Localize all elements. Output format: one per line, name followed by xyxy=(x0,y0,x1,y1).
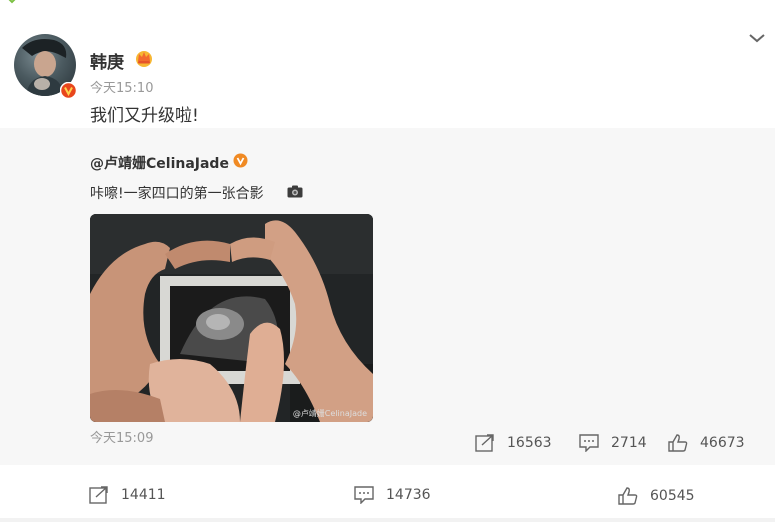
ultrasound-hands-photo xyxy=(90,214,373,422)
comment-count: 14736 xyxy=(386,487,431,503)
repost-like-count: 46673 xyxy=(700,435,745,451)
comment-icon xyxy=(579,434,599,452)
share-icon xyxy=(89,486,108,504)
repost-comment-count: 2714 xyxy=(611,435,647,451)
repost-comment-button[interactable]: 2714 xyxy=(579,434,647,452)
comment-button[interactable]: 14736 xyxy=(354,486,431,504)
camera-icon xyxy=(287,185,303,198)
share-icon xyxy=(475,434,494,452)
repost-share-count: 16563 xyxy=(507,435,552,451)
divider xyxy=(0,518,775,522)
verified-v-icon xyxy=(233,153,248,168)
like-icon xyxy=(618,487,638,505)
image-watermark: @卢靖姗CelinaJade xyxy=(292,409,367,418)
username[interactable]: 韩庚 xyxy=(90,48,124,73)
comment-icon xyxy=(354,486,374,504)
share-button[interactable]: 14411 xyxy=(89,486,166,504)
like-count: 60545 xyxy=(650,488,695,504)
verified-v-icon xyxy=(60,82,77,99)
like-button[interactable]: 60545 xyxy=(618,487,695,505)
chevron-down-icon[interactable] xyxy=(748,32,766,44)
crown-icon xyxy=(136,51,152,67)
post-timestamp[interactable]: 今天15:10 xyxy=(90,77,153,96)
like-icon xyxy=(668,434,688,452)
share-count: 14411 xyxy=(121,487,166,503)
repost-image[interactable]: @卢靖姗CelinaJade xyxy=(90,214,373,422)
repost-text: 咔嚓!一家四口的第一张合影 xyxy=(90,186,264,202)
repost-timestamp[interactable]: 今天15:09 xyxy=(90,427,153,446)
repost-like-button[interactable]: 46673 xyxy=(668,434,745,452)
post-text: 我们又升级啦! xyxy=(90,106,199,126)
repost-author[interactable]: @卢靖姗CelinaJade xyxy=(90,153,229,173)
check-icon xyxy=(8,0,16,4)
repost-share-button[interactable]: 16563 xyxy=(475,434,552,452)
